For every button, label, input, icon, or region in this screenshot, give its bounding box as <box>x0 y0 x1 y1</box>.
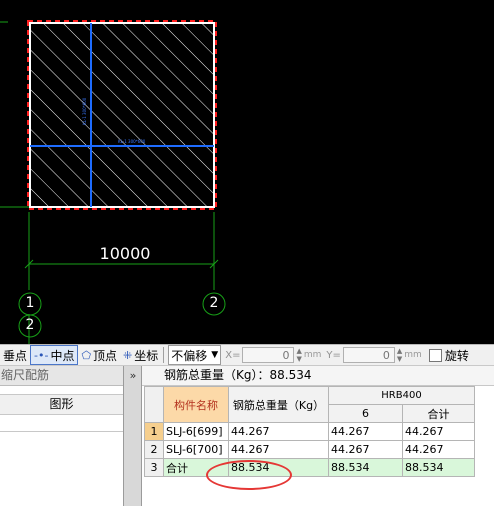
coordinate-icon: ⁜ <box>123 348 133 362</box>
panel-title-bar: 缩尺配筋 <box>0 366 123 386</box>
y-unit: mm <box>404 350 422 360</box>
axis-label-2-right: 2 <box>209 295 219 311</box>
panel-splitter[interactable]: » <box>124 366 142 506</box>
perpendicular-label: 垂点 <box>3 348 28 363</box>
header-total-weight[interactable]: 钢筋总重量（Kg） <box>228 386 329 423</box>
beam-horizontal-label: KL-1 300*600 <box>118 139 146 144</box>
snap-toolbar: 垂点 -•- 中点 ⬠ 顶点 ⁜ 坐标 不偏移 ▼ X= 0 ▲ ▼ mm Y= … <box>0 344 494 366</box>
corner-cell <box>144 386 164 423</box>
y-offset-input[interactable]: 0 <box>342 347 395 363</box>
header-subtotal[interactable]: 合计 <box>402 404 475 423</box>
drawing-canvas[interactable]: KL-1 300*600 KL-1 300*600 10000 1 2 2 <box>0 0 494 344</box>
offset-select-value: 不偏移 <box>171 348 208 363</box>
header-component-name[interactable]: 构件名称 <box>163 386 229 423</box>
axis-label-2-left: 2 <box>25 317 35 333</box>
shape-column-header: 图形 <box>0 394 123 415</box>
axis-label-1: 1 <box>25 295 35 311</box>
panel-title: 缩尺配筋 <box>1 368 50 382</box>
x-label: X= <box>225 349 241 361</box>
rebar-weight-table: 构件名称 钢筋总重量（Kg） HRB400 6 合计 1 SLJ-6[699] … <box>144 386 475 477</box>
cell-name[interactable]: SLJ-6[699] <box>163 422 229 441</box>
perpendicular-snap-button[interactable]: 垂点 <box>0 345 30 365</box>
dimension-label: 10000 <box>99 244 151 263</box>
cell-sum[interactable]: 44.267 <box>402 422 475 441</box>
vertex-snap-button[interactable]: ⬠ 顶点 <box>78 345 120 365</box>
scale-rebar-panel: 缩尺配筋 图形 <box>0 366 124 506</box>
cell-sum[interactable]: 44.267 <box>402 440 475 459</box>
table-total-row[interactable]: 3 合计 88.534 88.534 88.534 <box>144 458 475 477</box>
vertex-icon: ⬠ <box>81 348 92 362</box>
beam-vertical-label: KL-1 300*600 <box>82 97 87 125</box>
coordinate-snap-button[interactable]: ⁜ 坐标 <box>120 345 161 365</box>
collapse-chevron-icon[interactable]: » <box>124 369 142 382</box>
vertex-label: 顶点 <box>93 348 118 363</box>
cell-total[interactable]: 88.534 <box>228 458 329 477</box>
cell-name[interactable]: 合计 <box>163 458 229 477</box>
x-offset-input[interactable]: 0 <box>242 347 295 363</box>
x-unit: mm <box>303 350 322 360</box>
rotate-label: 旋转 <box>444 348 469 363</box>
cell-total[interactable]: 44.267 <box>228 440 329 459</box>
table-row[interactable]: 1 SLJ-6[699] 44.267 44.267 44.267 <box>144 422 475 441</box>
header-grade[interactable]: HRB400 <box>328 386 475 405</box>
midpoint-label: 中点 <box>50 348 75 363</box>
header-diameter-6[interactable]: 6 <box>328 404 403 423</box>
toolbar-separator <box>163 347 165 363</box>
x-spinner-icon[interactable]: ▲ ▼ <box>296 347 301 363</box>
shape-cell[interactable] <box>0 415 123 432</box>
row-number[interactable]: 2 <box>144 440 164 459</box>
y-label: Y= <box>326 349 341 361</box>
cell-d6[interactable]: 88.534 <box>328 458 403 477</box>
midpoint-snap-button[interactable]: -•- 中点 <box>30 345 79 365</box>
cell-d6[interactable]: 44.267 <box>328 440 403 459</box>
rebar-weight-panel: 钢筋总重量（Kg）：88.534 构件名称 钢筋总重量（Kg） HRB400 6… <box>142 366 494 506</box>
cell-sum[interactable]: 88.534 <box>402 458 475 477</box>
row-number[interactable]: 3 <box>144 458 164 477</box>
midpoint-icon: -•- <box>34 348 49 362</box>
coordinate-label: 坐标 <box>134 348 159 363</box>
row-number[interactable]: 1 <box>144 422 164 441</box>
offset-select[interactable]: 不偏移 ▼ <box>168 345 222 365</box>
rotate-checkbox[interactable] <box>428 348 442 362</box>
dropdown-arrow-icon: ▼ <box>211 350 219 360</box>
cell-total[interactable]: 44.267 <box>228 422 329 441</box>
cell-name[interactable]: SLJ-6[700] <box>163 440 229 459</box>
cell-d6[interactable]: 44.267 <box>328 422 403 441</box>
y-spinner-icon[interactable]: ▲ ▼ <box>397 347 402 363</box>
section-hatch <box>29 22 215 208</box>
table-row[interactable]: 2 SLJ-6[700] 44.267 44.267 44.267 <box>144 440 475 459</box>
total-weight-summary: 钢筋总重量（Kg）：88.534 <box>142 366 494 386</box>
